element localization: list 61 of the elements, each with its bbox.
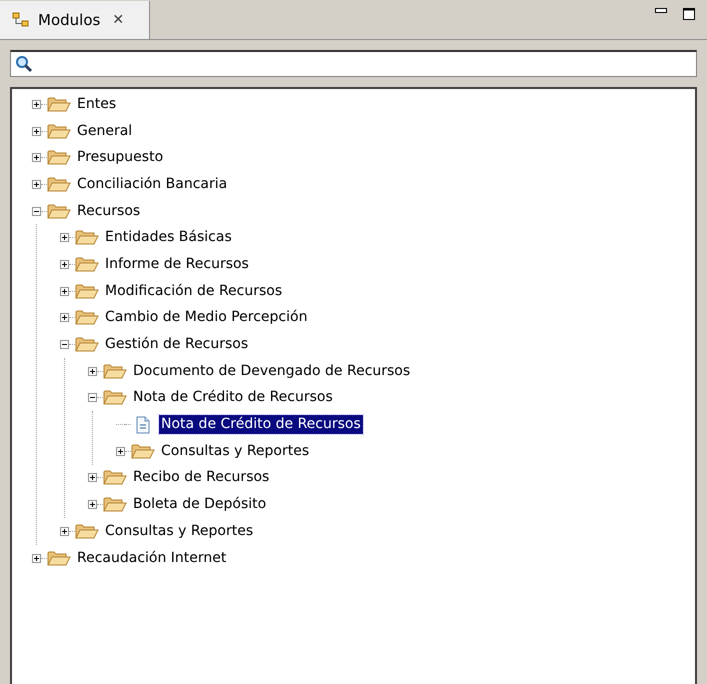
expand-toggle[interactable] xyxy=(116,446,125,456)
tree-item[interactable]: Recaudación Internet xyxy=(75,548,228,568)
tree-item[interactable]: Nota de Crédito de Recursos xyxy=(131,388,335,408)
folder-icon xyxy=(47,176,71,193)
collapse-toggle[interactable] xyxy=(88,393,97,402)
view-tab[interactable]: Modulos ✕ xyxy=(0,1,150,39)
tree-item[interactable]: Entes xyxy=(75,94,118,114)
tree-item[interactable]: Consultas y Reportes xyxy=(103,522,256,541)
collapse-toggle[interactable] xyxy=(60,340,69,350)
folder-icon xyxy=(75,229,99,246)
tree-item[interactable]: General xyxy=(75,122,134,141)
tree-item[interactable]: Nota de Crédito de Recursos xyxy=(159,415,363,434)
tree-item[interactable]: Conciliación Bancaria xyxy=(75,174,230,194)
search-field[interactable] xyxy=(10,50,697,77)
tree-item[interactable]: Informe de Recursos xyxy=(103,254,251,274)
tree-item[interactable]: Entidades Básicas xyxy=(103,228,234,248)
tree-item[interactable]: Boleta de Depósito xyxy=(131,495,268,514)
expand-toggle[interactable] xyxy=(32,180,41,189)
expand-toggle[interactable] xyxy=(60,233,69,242)
tree-item[interactable]: Cambio de Medio Percepción xyxy=(103,308,310,328)
folder-icon xyxy=(75,336,99,354)
maximize-icon[interactable] xyxy=(683,8,695,20)
close-button[interactable]: ✕ xyxy=(112,13,124,27)
tree-item[interactable]: Recursos xyxy=(75,202,142,221)
folder-icon xyxy=(103,469,127,486)
expand-toggle[interactable] xyxy=(60,526,69,536)
folder-icon xyxy=(103,496,127,514)
expand-toggle[interactable] xyxy=(88,473,97,482)
tree-item[interactable]: Recibo de Recursos xyxy=(131,468,272,488)
folder-icon xyxy=(131,442,155,460)
folder-icon xyxy=(75,522,99,540)
folder-icon xyxy=(47,149,71,166)
folder-icon xyxy=(47,202,71,220)
expand-toggle[interactable] xyxy=(32,554,41,563)
expand-toggle[interactable] xyxy=(88,500,97,510)
folder-icon xyxy=(103,389,127,406)
expand-toggle[interactable] xyxy=(32,153,41,162)
tree-item[interactable]: Documento de Devengado de Recursos xyxy=(131,362,412,381)
expand-toggle[interactable] xyxy=(60,313,69,322)
minimize-icon[interactable] xyxy=(655,8,667,14)
folder-icon xyxy=(75,256,99,273)
search-icon xyxy=(15,55,33,73)
tree-item[interactable]: Consultas y Reportes xyxy=(159,442,312,461)
collapse-toggle[interactable] xyxy=(32,206,41,216)
tree-item[interactable]: Modificación de Recursos xyxy=(103,282,284,301)
expand-toggle[interactable] xyxy=(60,286,69,296)
view-title: Modulos xyxy=(38,10,100,31)
tree-item[interactable]: Gestión de Recursos xyxy=(103,335,250,354)
tree-item[interactable]: Presupuesto xyxy=(75,148,166,168)
expand-toggle[interactable] xyxy=(60,260,69,269)
expand-toggle[interactable] xyxy=(32,126,41,136)
folder-icon xyxy=(75,282,99,300)
expand-toggle[interactable] xyxy=(88,366,97,376)
folder-icon xyxy=(47,96,71,113)
expand-toggle[interactable] xyxy=(32,100,41,109)
hierarchy-icon xyxy=(12,12,30,28)
folder-icon xyxy=(75,309,99,326)
folder-icon xyxy=(47,122,71,140)
document-icon xyxy=(135,416,151,434)
folder-icon xyxy=(47,550,71,567)
folder-icon xyxy=(103,362,127,380)
